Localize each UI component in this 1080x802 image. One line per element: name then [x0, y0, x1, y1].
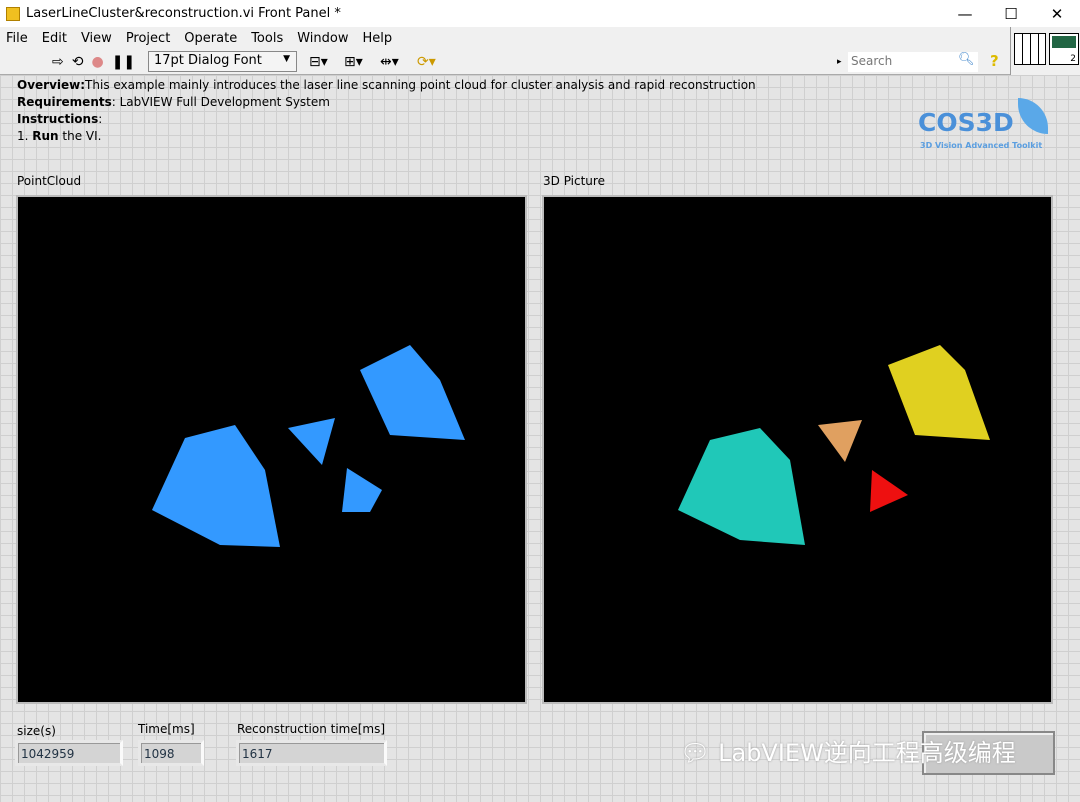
connector-pane: 2 — [1010, 27, 1080, 75]
run-arrow-icon[interactable]: ⇨ — [52, 54, 64, 70]
search-icon[interactable]: 🔍︎ — [958, 52, 975, 67]
font-select[interactable]: 17pt Dialog Font ▼ — [148, 51, 297, 72]
size-label: size(s) — [17, 724, 56, 738]
resize-objects-icon[interactable]: ⇹▾ — [380, 54, 399, 70]
title-bar: LaserLineCluster&reconstruction.vi Front… — [0, 0, 1080, 27]
menu-operate[interactable]: Operate — [178, 31, 245, 46]
reconstruction-time-label: Reconstruction time[ms] — [237, 722, 386, 736]
pointcloud-label: PointCloud — [17, 174, 82, 188]
cluster-red — [870, 470, 908, 512]
time-label: Time[ms] — [138, 722, 195, 736]
time-indicator: 1098 — [138, 740, 204, 766]
watermark-text: LabVIEW逆向工程高级编程 — [718, 739, 1016, 767]
expand-arrow-icon[interactable]: ▸ — [837, 57, 842, 67]
cluster-orange — [818, 420, 862, 462]
chevron-down-icon: ▼ — [283, 54, 290, 64]
align-objects-icon[interactable]: ⊟▾ — [309, 54, 328, 70]
distribute-objects-icon[interactable]: ⊞▾ — [344, 54, 363, 70]
requirements-label: Requirements — [17, 95, 112, 109]
pause-icon[interactable]: ❚❚ — [112, 54, 135, 70]
menu-view[interactable]: View — [75, 31, 120, 46]
3d-picture-display[interactable] — [542, 195, 1053, 704]
menu-tools[interactable]: Tools — [245, 31, 291, 46]
pointcloud-svg — [152, 345, 465, 547]
labview-vi-icon — [6, 6, 20, 21]
menu-help[interactable]: Help — [356, 31, 400, 46]
cos3d-logo: COS3D — [918, 108, 1014, 137]
cluster-yellow — [888, 345, 990, 440]
wechat-icon: 💬︎ — [680, 739, 719, 767]
requirements-text: Requirements: LabVIEW Full Development S… — [17, 94, 330, 111]
watermark: 💬︎ LabVIEW逆向工程高级编程 — [680, 733, 1016, 768]
size-indicator: 1042959 — [15, 740, 123, 766]
logo-tagline: 3D Vision Advanced Toolkit — [920, 141, 1043, 150]
maximize-button[interactable]: ☐ — [988, 0, 1034, 27]
point-cluster — [342, 468, 382, 512]
cluster-cyan — [678, 428, 805, 545]
requirements-body: : LabVIEW Full Development System — [111, 95, 330, 109]
connector-count: 2 — [1070, 54, 1076, 64]
pointcloud-display[interactable] — [16, 195, 527, 704]
step-number: 1. — [17, 129, 33, 143]
overview-body: This example mainly introduces the laser… — [85, 78, 756, 92]
menu-bar: File Edit View Project Operate Tools Win… — [0, 27, 1010, 49]
close-button[interactable]: ✕ — [1034, 0, 1080, 27]
run-continuously-icon[interactable]: ⟲ — [72, 54, 84, 70]
instructions-colon: : — [98, 112, 103, 126]
graph-icon — [1052, 36, 1076, 48]
overview-text: Overview:This example mainly introduces … — [17, 77, 756, 94]
search-placeholder: Search — [851, 54, 893, 68]
point-cluster — [152, 425, 280, 547]
menu-file[interactable]: File — [0, 31, 36, 46]
font-select-value: 17pt Dialog Font — [154, 53, 262, 68]
instruction-step: 1. Run the VI. — [17, 128, 101, 145]
menu-edit[interactable]: Edit — [36, 31, 75, 46]
menu-window[interactable]: Window — [291, 31, 356, 46]
help-icon[interactable]: ? — [990, 52, 999, 70]
connector-pane-icon[interactable] — [1014, 33, 1046, 65]
window-title: LaserLineCluster&reconstruction.vi Front… — [26, 6, 341, 21]
reorder-icon[interactable]: ⟳▾ — [417, 54, 436, 70]
point-cluster — [360, 345, 465, 440]
3d-picture-label: 3D Picture — [543, 174, 605, 188]
overview-label: Overview: — [17, 78, 86, 92]
3d-picture-svg — [678, 345, 990, 545]
point-cluster — [288, 418, 335, 465]
step-bold: Run — [32, 129, 59, 143]
menu-project[interactable]: Project — [120, 31, 178, 46]
minimize-button[interactable]: — — [942, 0, 988, 27]
abort-icon[interactable]: ● — [91, 54, 103, 70]
toolbar: ⇨ ⟲ ● ❚❚ 17pt Dialog Font ▼ ⊟▾ ⊞▾ ⇹▾ ⟳▾ ▸… — [0, 49, 1010, 75]
instructions-label: Instructions — [17, 112, 99, 126]
instructions-heading: Instructions: — [17, 111, 102, 128]
vi-icon[interactable]: 2 — [1049, 33, 1079, 65]
step-rest: the VI. — [58, 129, 102, 143]
reconstruction-time-indicator: 1617 — [236, 740, 387, 766]
